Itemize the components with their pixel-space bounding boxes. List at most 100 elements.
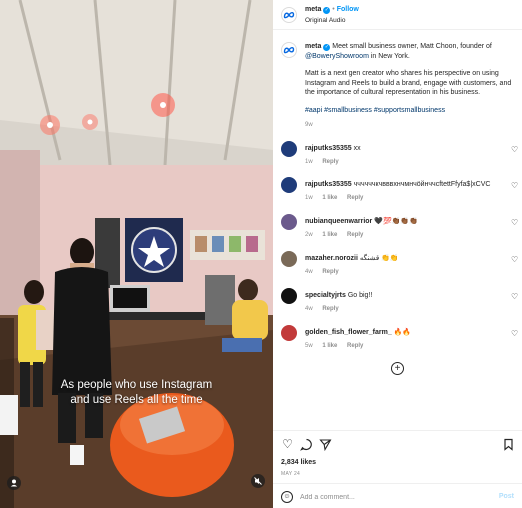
comment-meta: 2w 1 like Reply xyxy=(305,232,371,238)
reply-button[interactable]: Reply xyxy=(347,195,363,201)
comment-likes[interactable]: 1 like xyxy=(322,232,337,238)
avatar[interactable] xyxy=(281,325,297,341)
avatar[interactable] xyxy=(281,214,297,230)
user-icon-glyph xyxy=(10,479,18,487)
comment-body: specialtyjrts Go big!! xyxy=(305,291,505,300)
caption-line-2: and use Reels all the time xyxy=(70,394,203,406)
heart-icon[interactable]: ♡ xyxy=(511,256,519,264)
comment-input[interactable] xyxy=(300,490,480,504)
post-comment-button[interactable]: Post xyxy=(499,493,514,500)
add-comment-bar: ☺ Post xyxy=(273,483,522,508)
instagram-post-modal: As people who use Instagram and use Reel… xyxy=(0,0,522,508)
comment-text: 🔥🔥 xyxy=(393,329,412,336)
speaker-muted-icon[interactable] xyxy=(251,474,265,488)
caption-intro-text: Meet small business owner, Matt Choon, f… xyxy=(332,43,492,50)
comment-meta: 1w Reply xyxy=(305,159,347,165)
verified-badge-icon: ✓ xyxy=(323,7,331,14)
comment-username[interactable]: rajputks35355 xyxy=(305,145,352,152)
comment-username[interactable]: rajputks35355 xyxy=(305,181,352,188)
comment-age: 4w xyxy=(305,269,313,275)
load-more-comments-icon[interactable]: + xyxy=(391,362,404,375)
emoji-icon[interactable]: ☺ xyxy=(281,491,293,503)
post-age: 9w xyxy=(305,122,313,128)
heart-icon[interactable]: ♡ xyxy=(281,438,294,451)
meta-avatar[interactable] xyxy=(281,7,297,23)
post-header: meta ✓ • Follow Original Audio xyxy=(273,0,522,30)
meta-logo-icon xyxy=(283,46,295,54)
avatar[interactable] xyxy=(281,141,297,157)
comment-meta: 4w Reply xyxy=(305,306,347,312)
post-actions-section: ♡ 2,834 likes MAY 24 ☺ Pos xyxy=(273,430,522,508)
comment-username[interactable]: mazaher.norozii xyxy=(305,255,358,262)
header-username[interactable]: meta xyxy=(305,6,321,13)
comment-text: xx xyxy=(353,145,361,152)
send-icon-glyph xyxy=(319,439,332,452)
comment-text: ччччччкчвввхнчмнчöйнччcftettFfyfa$|xCVC xyxy=(353,181,491,188)
reply-button[interactable]: Reply xyxy=(322,159,338,165)
heart-icon[interactable]: ♡ xyxy=(511,330,519,338)
speaker-muted-icon-glyph xyxy=(254,477,262,485)
avatar[interactable] xyxy=(281,288,297,304)
heart-icon[interactable]: ♡ xyxy=(511,219,519,227)
reply-button[interactable]: Reply xyxy=(322,269,338,275)
comment-likes[interactable]: 1 like xyxy=(322,195,337,201)
user-icon[interactable] xyxy=(7,476,21,490)
reply-button[interactable]: Reply xyxy=(347,232,363,238)
hashtags-link[interactable]: #aapi #smallbusiness #supportsmallbusine… xyxy=(305,106,513,116)
bookmark-icon[interactable] xyxy=(502,438,515,451)
comment-age: 5w xyxy=(305,343,313,349)
separator-dot: • xyxy=(332,6,335,13)
post-caption: meta ✓ Meet small business owner, Matt Ch… xyxy=(305,42,513,131)
bookmark-icon-glyph xyxy=(504,438,513,451)
comment-meta: 5w 1 like Reply xyxy=(305,343,371,349)
heart-icon[interactable]: ♡ xyxy=(511,146,519,154)
comment-age: 1w xyxy=(305,195,313,201)
mention-link[interactable]: @BoweryShowroom xyxy=(305,53,369,60)
comment-body: mazaher.norozii قشنگه 👏👏 xyxy=(305,254,505,263)
avatar[interactable] xyxy=(281,177,297,193)
comment-text: 🖤💯👏🏾👏🏾👏🏾 xyxy=(374,218,418,225)
comment-item: mazaher.norozii قشنگه 👏👏 4w Reply ♡ xyxy=(281,251,519,281)
comment-username[interactable]: golden_fish_flower_farm_ xyxy=(305,329,392,336)
heart-icon[interactable]: ♡ xyxy=(511,182,519,190)
comment-icon-glyph xyxy=(300,438,312,451)
header-title-row: meta ✓ • Follow xyxy=(305,6,359,14)
video-frame xyxy=(0,0,273,508)
comment-age: 1w xyxy=(305,159,313,165)
post-details-panel: meta ✓ • Follow Original Audio meta ✓ Meet… xyxy=(273,0,522,508)
comment-meta: 1w 1 like Reply xyxy=(305,195,371,201)
comment-text: قشنگه 👏👏 xyxy=(359,255,399,262)
comment-body: rajputks35355 xx xyxy=(305,144,505,153)
heart-icon[interactable]: ♡ xyxy=(511,293,519,301)
comment-likes[interactable]: 1 like xyxy=(322,343,337,349)
meta-logo-icon xyxy=(283,11,295,19)
follow-button[interactable]: Follow xyxy=(337,6,359,13)
comment-age: 2w xyxy=(305,232,313,238)
comment-username[interactable]: specialtyjrts xyxy=(305,292,346,299)
comment-body: golden_fish_flower_farm_ 🔥🔥 xyxy=(305,328,505,337)
likes-count[interactable]: 2,834 likes xyxy=(281,459,316,466)
comment-text: Go big!! xyxy=(347,292,373,299)
comment-item: rajputks35355 ччччччкчвввхнчмнчöйнччcfte… xyxy=(281,177,519,207)
comment-icon[interactable] xyxy=(300,438,313,451)
caption-avatar[interactable] xyxy=(281,42,297,58)
reel-video-player[interactable]: As people who use Instagram and use Reel… xyxy=(0,0,273,508)
reply-button[interactable]: Reply xyxy=(322,306,338,312)
verified-badge-icon: ✓ xyxy=(323,44,331,51)
reply-button[interactable]: Reply xyxy=(347,343,363,349)
comment-item: rajputks35355 xx 1w Reply ♡ xyxy=(281,141,519,171)
send-icon[interactable] xyxy=(319,438,332,452)
comment-item: nubianqueenwarrior 🖤💯👏🏾👏🏾👏🏾 2w 1 like Re… xyxy=(281,214,519,244)
comment-meta: 4w Reply xyxy=(305,269,347,275)
video-caption: As people who use Instagram and use Reel… xyxy=(0,378,273,408)
comment-item: golden_fish_flower_farm_ 🔥🔥 5w 1 like Re… xyxy=(281,325,519,355)
avatar[interactable] xyxy=(281,251,297,267)
caption-intro-paragraph: meta ✓ Meet small business owner, Matt Ch… xyxy=(305,42,513,61)
post-date: MAY 24 xyxy=(281,471,301,477)
comment-username[interactable]: nubianqueenwarrior xyxy=(305,218,372,225)
caption-line-1: As people who use Instagram xyxy=(60,379,213,391)
original-audio-link[interactable]: Original Audio xyxy=(305,17,345,24)
caption-username[interactable]: meta xyxy=(305,43,321,50)
caption-body-paragraph: Matt is a next gen creator who shares hi… xyxy=(305,70,512,96)
comment-body: rajputks35355 ччччччкчвввхнчмнчöйнччcfte… xyxy=(305,180,505,189)
